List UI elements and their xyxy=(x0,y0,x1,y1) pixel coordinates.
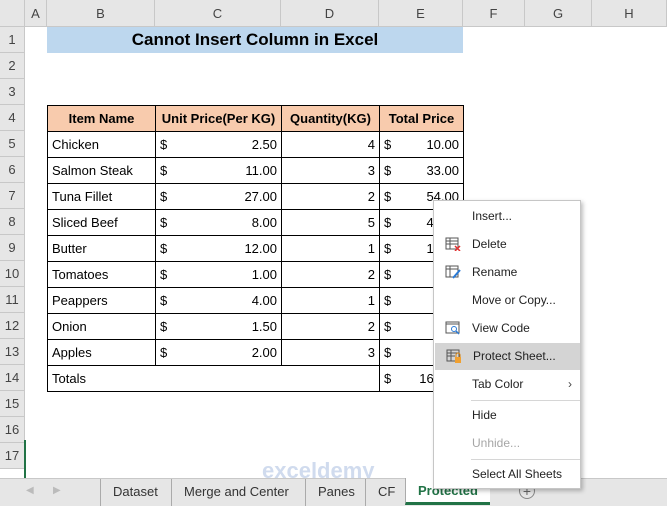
unit-price-cell[interactable]: $2.50 xyxy=(155,131,282,158)
header-quantity[interactable]: Quantity(KG) xyxy=(281,105,380,132)
unit-price-cell[interactable]: $27.00 xyxy=(155,183,282,210)
tab-panes[interactable]: Panes xyxy=(305,479,367,506)
row-header-7[interactable]: 7 xyxy=(0,183,25,209)
quantity-cell[interactable]: 2 xyxy=(281,313,380,340)
unit-price-cell[interactable]: $2.00 xyxy=(155,339,282,366)
column-header-h[interactable]: H xyxy=(592,0,667,27)
selected-column-indicator xyxy=(24,440,26,478)
row-header-9[interactable]: 9 xyxy=(0,235,25,261)
quantity-cell[interactable]: 5 xyxy=(281,209,380,236)
header-unit-price[interactable]: Unit Price(Per KG) xyxy=(155,105,282,132)
rename-sheet-icon xyxy=(445,265,461,279)
menu-rename[interactable]: Rename xyxy=(434,259,580,286)
delete-sheet-icon xyxy=(445,237,461,251)
unit-price-cell[interactable]: $4.00 xyxy=(155,287,282,314)
menu-select-all-sheets[interactable]: Select All Sheets xyxy=(434,461,580,488)
quantity-cell[interactable]: 1 xyxy=(281,287,380,314)
table-row: Butter $12.00 1 $12.00 xyxy=(47,235,464,262)
quantity-cell[interactable]: 2 xyxy=(281,261,380,288)
row-header-11[interactable]: 11 xyxy=(0,287,25,313)
column-header-f[interactable]: F xyxy=(463,0,525,27)
row-header-17[interactable]: 17 xyxy=(0,443,25,469)
table-row: Peappers $4.00 1 $4.00 xyxy=(47,287,464,314)
column-header-g[interactable]: G xyxy=(525,0,592,27)
quantity-cell[interactable]: 3 xyxy=(281,339,380,366)
totals-label[interactable]: Totals xyxy=(47,365,380,392)
column-header-e[interactable]: E xyxy=(379,0,463,27)
row-header-12[interactable]: 12 xyxy=(0,313,25,339)
row-header-2[interactable]: 2 xyxy=(0,53,25,79)
row-header-16[interactable]: 16 xyxy=(0,417,25,443)
menu-tab-color[interactable]: Tab Color › xyxy=(434,371,580,398)
menu-insert[interactable]: Insert... xyxy=(434,203,580,230)
row-header-8[interactable]: 8 xyxy=(0,209,25,235)
row-header-15[interactable]: 15 xyxy=(0,391,25,417)
item-name-cell[interactable]: Peappers xyxy=(47,287,156,314)
item-name-cell[interactable]: Salmon Steak xyxy=(47,157,156,184)
sheet-context-menu: Insert... Delete Rename Move or Copy... … xyxy=(433,200,581,489)
quantity-cell[interactable]: 3 xyxy=(281,157,380,184)
scroll-left-icon[interactable]: ◀ xyxy=(26,485,34,496)
item-name-cell[interactable]: Tomatoes xyxy=(47,261,156,288)
quantity-cell[interactable]: 4 xyxy=(281,131,380,158)
tab-merge-and-center[interactable]: Merge and Center xyxy=(171,479,301,506)
row-header-14[interactable]: 14 xyxy=(0,365,25,391)
column-header-b[interactable]: B xyxy=(47,0,155,27)
unit-price-cell[interactable]: $1.00 xyxy=(155,261,282,288)
total-price-cell[interactable]: $10.00 xyxy=(379,131,464,158)
item-name-cell[interactable]: Onion xyxy=(47,313,156,340)
unit-price-cell[interactable]: $1.50 xyxy=(155,313,282,340)
quantity-cell[interactable]: 1 xyxy=(281,235,380,262)
row-header-6[interactable]: 6 xyxy=(0,157,25,183)
quantity-cell[interactable]: 2 xyxy=(281,183,380,210)
item-name-cell[interactable]: Sliced Beef xyxy=(47,209,156,236)
unit-price-cell[interactable]: $11.00 xyxy=(155,157,282,184)
row-header-4[interactable]: 4 xyxy=(0,105,25,131)
column-header-d[interactable]: D xyxy=(281,0,379,27)
tab-cf[interactable]: CF xyxy=(365,479,407,506)
menu-protect-sheet[interactable]: Protect Sheet... xyxy=(435,343,580,370)
menu-separator xyxy=(471,459,580,460)
sheet-title: Cannot Insert Column in Excel xyxy=(47,27,463,53)
total-price-cell[interactable]: $33.00 xyxy=(379,157,464,184)
header-total-price[interactable]: Total Price xyxy=(379,105,464,132)
table-row: Tuna Fillet $27.00 2 $54.00 xyxy=(47,183,464,210)
row-header-10[interactable]: 10 xyxy=(0,261,25,287)
column-header-a[interactable]: A xyxy=(25,0,47,27)
table-row: Onion $1.50 2 $3.00 xyxy=(47,313,464,340)
row-header-3[interactable]: 3 xyxy=(0,79,25,105)
row-header-5[interactable]: 5 xyxy=(0,131,25,157)
table-header-row: Item Name Unit Price(Per KG) Quantity(KG… xyxy=(47,105,464,132)
item-name-cell[interactable]: Chicken xyxy=(47,131,156,158)
menu-separator xyxy=(471,400,580,401)
protect-sheet-icon xyxy=(446,349,461,363)
select-all-corner[interactable] xyxy=(0,0,25,27)
menu-hide[interactable]: Hide xyxy=(434,402,580,429)
view-code-icon xyxy=(445,321,460,335)
chevron-right-icon: › xyxy=(568,377,572,391)
menu-view-code[interactable]: View Code xyxy=(434,315,580,342)
data-table: Item Name Unit Price(Per KG) Quantity(KG… xyxy=(47,105,464,392)
unit-price-cell[interactable]: $8.00 xyxy=(155,209,282,236)
table-row: Chicken $2.50 4 $10.00 xyxy=(47,131,464,158)
table-row: Tomatoes $1.00 2 $2.00 xyxy=(47,261,464,288)
table-row: Salmon Steak $11.00 3 $33.00 xyxy=(47,157,464,184)
column-header-c[interactable]: C xyxy=(155,0,281,27)
item-name-cell[interactable]: Tuna Fillet xyxy=(47,183,156,210)
totals-row: Totals $164.00 xyxy=(47,365,464,392)
menu-move-or-copy[interactable]: Move or Copy... xyxy=(434,287,580,314)
tab-dataset[interactable]: Dataset xyxy=(100,479,170,506)
scroll-right-icon[interactable]: ▶ xyxy=(53,485,61,496)
table-row: Sliced Beef $8.00 5 $40.00 xyxy=(47,209,464,236)
menu-delete[interactable]: Delete xyxy=(434,231,580,258)
unit-price-cell[interactable]: $12.00 xyxy=(155,235,282,262)
row-header-13[interactable]: 13 xyxy=(0,339,25,365)
item-name-cell[interactable]: Butter xyxy=(47,235,156,262)
item-name-cell[interactable]: Apples xyxy=(47,339,156,366)
menu-unhide[interactable]: Unhide... xyxy=(434,430,580,457)
row-header-1[interactable]: 1 xyxy=(0,27,25,53)
header-item-name[interactable]: Item Name xyxy=(47,105,156,132)
table-row: Apples $2.00 3 $6.00 xyxy=(47,339,464,366)
